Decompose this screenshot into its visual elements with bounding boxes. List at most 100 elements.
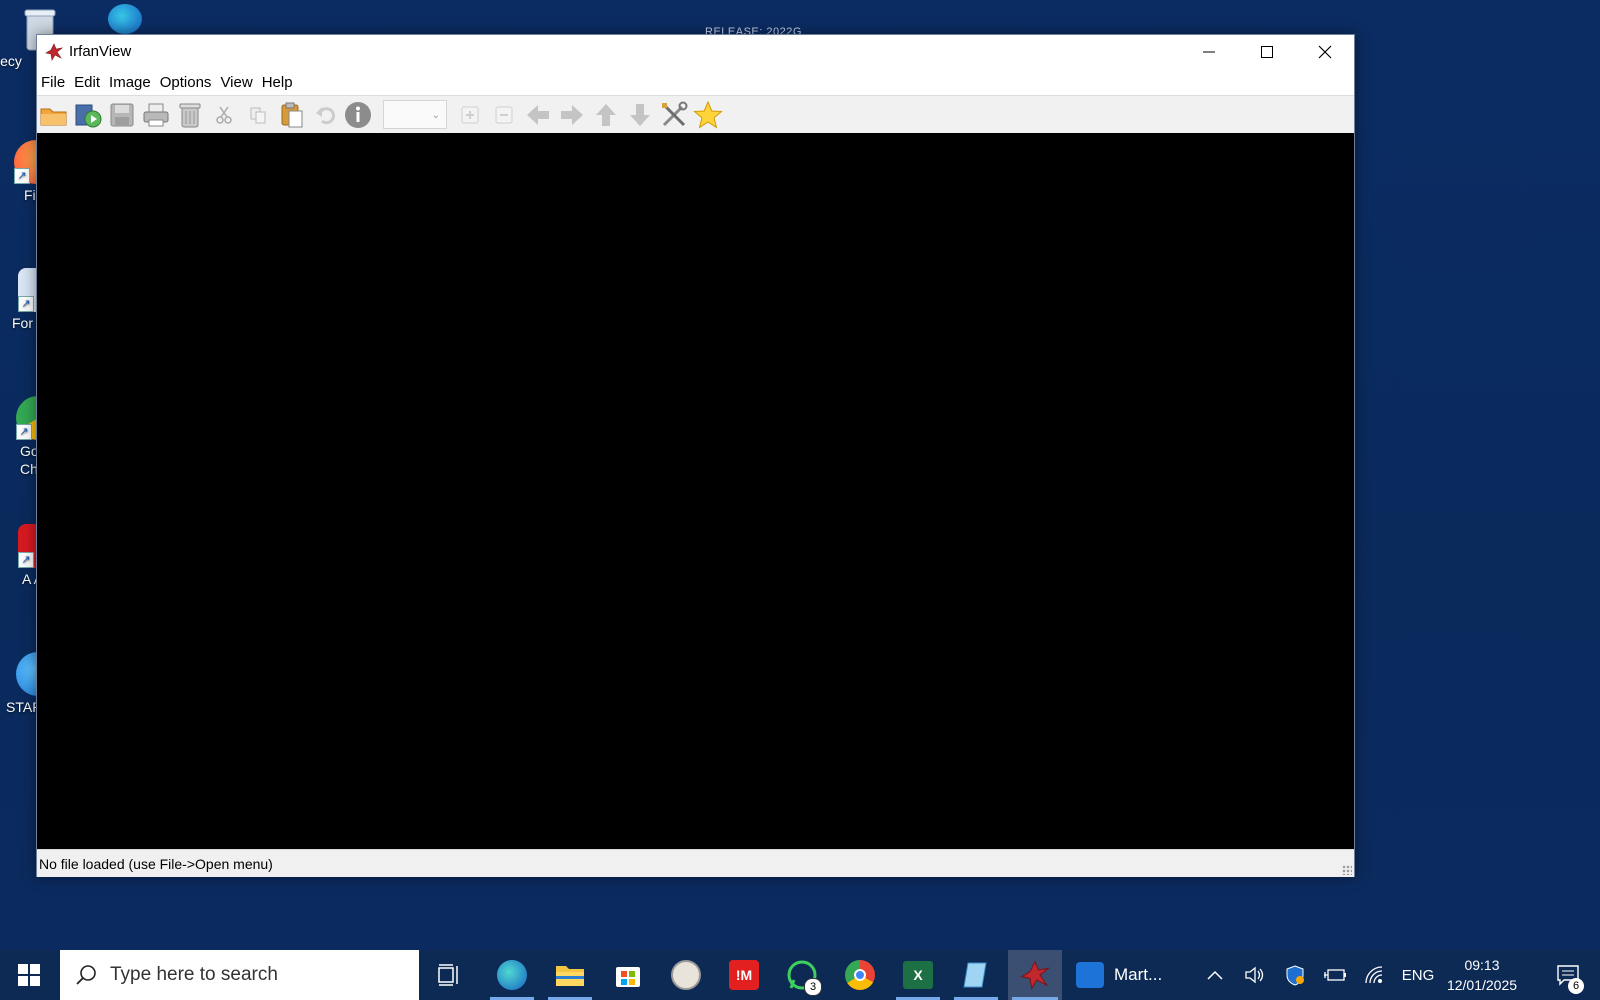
minimize-button[interactable] (1180, 35, 1238, 69)
next-icon (561, 105, 583, 125)
menu-view[interactable]: View (216, 69, 257, 95)
battery-plug-icon (1324, 969, 1346, 981)
taskbar-store[interactable] (602, 950, 654, 1000)
folder-icon (556, 966, 584, 986)
open-button[interactable] (39, 100, 69, 130)
print-button[interactable] (141, 100, 171, 130)
favorites-button[interactable] (693, 100, 723, 130)
search-placeholder: Type here to search (110, 964, 278, 985)
save-button[interactable] (107, 100, 137, 130)
zoom-dropdown[interactable]: ⌄ (383, 100, 447, 129)
taskbar-chrome[interactable] (834, 950, 886, 1000)
shortcut-arrow-icon: ↗ (14, 168, 30, 184)
taskbar-mcafee[interactable]: !M (718, 950, 770, 1000)
search-icon (76, 965, 96, 985)
store-icon (616, 967, 640, 987)
down-icon (630, 104, 650, 126)
info-button[interactable] (343, 100, 373, 130)
zoom-in-button[interactable] (455, 100, 485, 130)
menu-edit[interactable]: Edit (70, 69, 105, 95)
security-tray-button[interactable] (1278, 950, 1312, 1000)
show-hidden-icons-button[interactable] (1198, 950, 1232, 1000)
notification-badge: 3 (804, 978, 822, 996)
taskbar-notepad[interactable] (950, 950, 1002, 1000)
print-icon (143, 103, 169, 127)
undo-icon (316, 107, 335, 125)
clock[interactable]: 09:13 12/01/2025 (1442, 955, 1522, 995)
excel-icon: X (903, 961, 933, 989)
taskbar-edge[interactable] (486, 950, 538, 1000)
red-app-icon: !M (729, 960, 759, 990)
maximize-icon (1261, 46, 1273, 58)
status-bar: No file loaded (use File->Open menu) (37, 849, 1354, 877)
start-button[interactable] (0, 950, 58, 1000)
shield-icon (1286, 965, 1304, 986)
task-view-button[interactable] (424, 950, 476, 1000)
taskbar-whatsapp[interactable]: 3 (776, 950, 828, 1000)
paste-button[interactable] (277, 100, 307, 130)
menu-bar: File Edit Image Options View Help (37, 69, 1354, 95)
minimize-icon (1203, 51, 1215, 53)
network-button[interactable] (1358, 950, 1392, 1000)
notepad-icon (963, 962, 987, 988)
slideshow-button[interactable] (73, 100, 103, 130)
taskbar-app-label: Mart... (1114, 965, 1163, 984)
settings-button[interactable] (659, 100, 689, 130)
shortcut-arrow-icon: ↗ (16, 424, 32, 440)
next-button[interactable] (557, 100, 587, 130)
notification-center-button[interactable]: 6 (1548, 950, 1588, 1000)
save-icon (110, 103, 134, 127)
irfanview-app-icon (45, 43, 63, 61)
close-icon (1318, 45, 1332, 59)
favorite-star-icon (693, 100, 723, 129)
up-button[interactable] (591, 100, 621, 130)
battery-button[interactable] (1318, 950, 1352, 1000)
taskbar: Type here to search !M 3 X Mart... ENG 0… (0, 950, 1600, 1000)
slideshow-icon (75, 104, 102, 128)
title-bar[interactable]: IrfanView (37, 35, 1354, 69)
edge-desktop-icon[interactable] (108, 4, 142, 34)
blue-app-icon (1076, 962, 1104, 988)
info-icon (345, 102, 371, 128)
shortcut-arrow-icon: ↗ (18, 296, 34, 312)
taskbar-martin-app[interactable]: Mart... (1076, 950, 1190, 1000)
chevron-up-icon (1207, 970, 1223, 980)
taskbar-irfanview[interactable] (1008, 950, 1062, 1000)
zoom-out-button[interactable] (489, 100, 519, 130)
cut-icon (216, 106, 232, 124)
delete-button[interactable] (175, 100, 205, 130)
menu-image[interactable]: Image (105, 69, 156, 95)
volume-button[interactable] (1238, 950, 1272, 1000)
image-canvas[interactable] (37, 133, 1354, 849)
cut-button[interactable] (209, 100, 239, 130)
previous-button[interactable] (523, 100, 553, 130)
taskbar-file-explorer[interactable] (544, 950, 596, 1000)
irfanview-window: IrfanView File Edit Image Options View H… (36, 34, 1355, 877)
release-watermark: RELEASE: 2022G (705, 26, 802, 34)
paste-icon (281, 102, 303, 128)
close-button[interactable] (1296, 35, 1354, 69)
taskbar-clock-app[interactable] (660, 950, 712, 1000)
up-icon (596, 104, 616, 126)
settings-tools-icon (662, 101, 688, 127)
maximize-button[interactable] (1238, 35, 1296, 69)
down-button[interactable] (625, 100, 655, 130)
previous-icon (527, 105, 549, 125)
chevron-down-icon: ⌄ (431, 110, 440, 121)
copy-icon (250, 107, 266, 124)
menu-help[interactable]: Help (258, 69, 298, 95)
resize-grip-icon[interactable] (1342, 865, 1352, 875)
language-indicator[interactable]: ENG (1398, 950, 1438, 1000)
taskbar-excel[interactable]: X (892, 950, 944, 1000)
status-text: No file loaded (use File->Open menu) (39, 856, 273, 872)
task-view-icon (438, 964, 458, 986)
windows-logo-icon (18, 964, 40, 986)
taskbar-search-box[interactable]: Type here to search (60, 950, 419, 1000)
menu-options[interactable]: Options (156, 69, 217, 95)
menu-file[interactable]: File (37, 69, 70, 95)
copy-button[interactable] (243, 100, 273, 130)
notification-count-badge: 6 (1568, 978, 1584, 994)
chrome-icon (845, 960, 875, 990)
toolbar: ⌄ (37, 95, 1354, 135)
undo-button[interactable] (311, 100, 341, 130)
